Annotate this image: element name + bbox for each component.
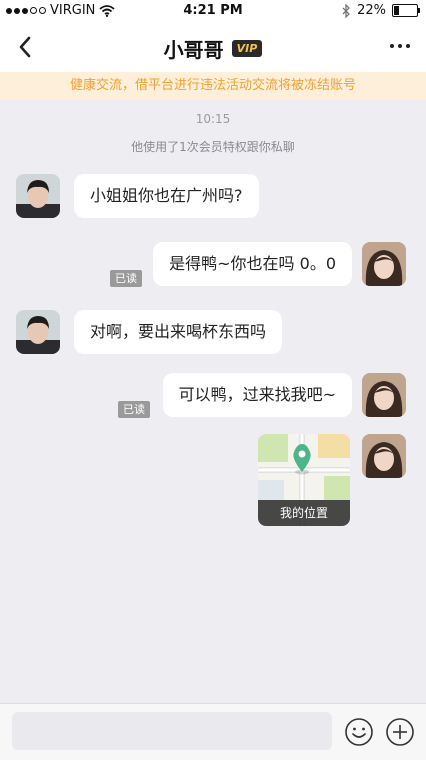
notice-banner: 健康交流，借平台进行违法活动交流将被冻结账号 [0, 72, 426, 100]
contact-avatar[interactable] [16, 174, 60, 218]
battery-icon [392, 4, 420, 17]
input-bar [0, 703, 426, 760]
more-dots-icon [390, 44, 394, 48]
my-avatar[interactable] [362, 242, 406, 286]
system-message: 他使用了1次会员特权跟你私聊 [131, 140, 295, 154]
message-bubble[interactable]: 小姐姐你也在广州吗? [74, 174, 259, 218]
read-receipt: 已读 [110, 270, 142, 287]
message-bubble[interactable]: 可以鸭，过来找我吧~ [162, 373, 352, 417]
battery-percent: 22% [357, 3, 386, 18]
plus-circle-icon [386, 718, 414, 746]
chat-timestamp: 10:15 [195, 112, 231, 126]
status-bar: VIRGIN 4:21 PM 22% [0, 0, 426, 22]
vip-badge: VIP [231, 40, 263, 57]
nav-bar: 小哥哥 VIP [0, 22, 426, 72]
message-bubble[interactable]: 是得鸭~你也在吗 0。0 [153, 242, 352, 286]
more-button[interactable] [386, 36, 414, 56]
bluetooth-icon [342, 3, 351, 18]
message-input[interactable] [12, 712, 332, 750]
page-title: 小哥哥 [163, 38, 224, 62]
read-receipt: 已读 [118, 401, 150, 418]
message-bubble[interactable]: 对啊，要出来喝杯东西吗 [74, 310, 283, 354]
location-card[interactable]: 我的位置 [258, 434, 350, 526]
contact-avatar[interactable] [16, 310, 60, 354]
plus-button[interactable] [385, 717, 415, 747]
my-avatar[interactable] [362, 434, 406, 478]
emoji-button[interactable] [344, 717, 374, 747]
location-label: 我的位置 [258, 500, 350, 526]
my-avatar[interactable] [362, 373, 406, 417]
smiley-icon [345, 718, 373, 746]
